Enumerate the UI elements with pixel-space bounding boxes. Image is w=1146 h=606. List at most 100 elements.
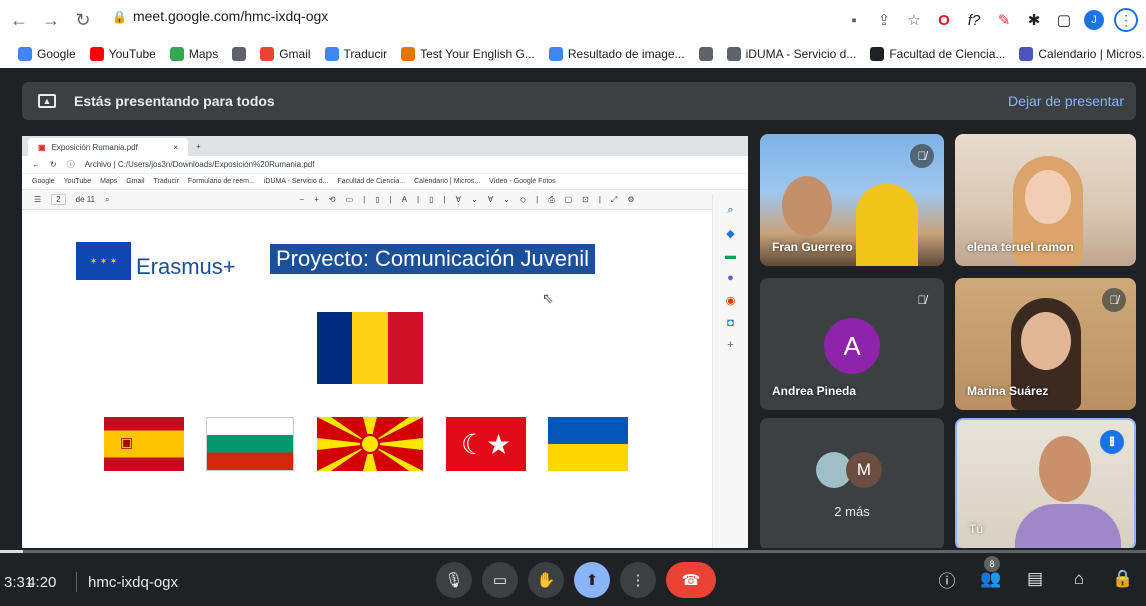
maps-icon: [169, 47, 184, 61]
video-person: [856, 184, 918, 266]
flag-bulgaria: [206, 417, 294, 471]
bookmark-item[interactable]: Google: [18, 47, 76, 61]
address-bar[interactable]: 🔒 meet.google.com/hmc-ixdq-ogx: [112, 8, 328, 24]
participant-tile-fran[interactable]: 🎙̸ Fran Guerrero: [760, 134, 944, 266]
erasmus-logo-text: Erasmus+: [136, 254, 236, 279]
shared-bookmarks-bar: Google YouTube Maps Gmail Traducir Formulario…: [22, 174, 748, 190]
divider: [76, 572, 77, 592]
shared-reload-icon: ↻: [50, 160, 57, 169]
translate-icon: [324, 47, 339, 61]
camera-icon[interactable]: ▪: [844, 10, 864, 30]
bookmark-item[interactable]: Resultado de image...: [548, 47, 685, 61]
mouse-cursor-icon: ⇖: [542, 290, 554, 306]
participant-avatar: M: [846, 452, 882, 488]
bookmark-item[interactable]: Gmail: [260, 47, 311, 61]
video-person: [1021, 312, 1071, 370]
host-controls-button[interactable]: 🔒: [1110, 566, 1136, 592]
activities-button[interactable]: ⌂: [1066, 566, 1092, 592]
tab-close-icon: ×: [173, 142, 178, 152]
teams-icon: [1019, 47, 1034, 61]
profile-avatar[interactable]: J: [1084, 10, 1104, 30]
participant-name: Marina Suárez: [967, 384, 1049, 398]
cv-icon: [870, 47, 885, 61]
shared-address-row: ← ↻ ⓘ Archivo | C:/Users/jos3n/Downloads…: [22, 156, 748, 174]
chat-button[interactable]: ▤: [1022, 566, 1048, 592]
participant-tile-elena[interactable]: elena teruel ramon: [955, 134, 1136, 266]
sidepanel-icon[interactable]: ▢: [1054, 10, 1074, 30]
sidebar-outlook-icon: ◘: [727, 317, 734, 329]
extensions-bar: ▪ ⇪ ☆ O f? ✎ ✱ ▢ J ⋮: [844, 8, 1138, 32]
bookmark-item[interactable]: Maps: [169, 47, 218, 61]
shared-screen: ▣ Exposición Rumania.pdf × + ← ↻ ⓘ Archi…: [22, 136, 748, 548]
participant-tile-self[interactable]: ⦀ Tú: [955, 418, 1136, 550]
meeting-time: 3:314:20: [4, 574, 56, 591]
presenting-text: Estás presentando para todos: [74, 93, 275, 109]
new-tab-icon: +: [196, 141, 201, 151]
participant-tile-more[interactable]: M 2 más: [760, 418, 944, 550]
side-controls: ⓘ 👥 8 ▤ ⌂ 🔒: [934, 556, 1136, 592]
bookmark-label: Google: [37, 47, 76, 61]
sidebar-people-icon: ●: [727, 272, 734, 284]
pdf-search-icon: ⌕: [105, 194, 110, 204]
share-icon[interactable]: ⇪: [874, 10, 894, 30]
people-count-badge: 8: [984, 556, 1000, 572]
video-progress[interactable]: [0, 550, 1146, 553]
shared-bookmark-item: Gmail: [126, 178, 145, 185]
bookmark-item[interactable]: Facultad de Ciencia...: [870, 47, 1005, 61]
shared-bookmark-item: Vídeo - Google Fotos: [489, 178, 556, 185]
participant-tile-marina[interactable]: 🎙̸ Marina Suárez: [955, 278, 1136, 410]
info-icon: ⓘ: [66, 160, 75, 169]
menu-icon[interactable]: ⋮: [1114, 8, 1138, 32]
url-text: meet.google.com/hmc-ixdq-ogx: [132, 8, 329, 24]
stop-presenting-button[interactable]: Dejar de presentar: [1008, 93, 1124, 109]
google-icon: [18, 47, 32, 61]
bookmark-label: Calendario | Micros...: [1038, 47, 1146, 61]
bookmark-item[interactable]: [698, 47, 713, 61]
more-participants-label: 2 más: [834, 504, 870, 519]
shared-bookmark-item: Calendario | Micros...: [414, 178, 481, 185]
muted-icon: 🎙̸: [1102, 288, 1126, 312]
bookmark-item[interactable]: iDUMA - Servicio d...: [726, 47, 856, 61]
flag-romania: [317, 312, 423, 384]
shared-tab: ▣ Exposición Rumania.pdf ×: [28, 138, 188, 156]
microphone-button[interactable]: 🎙: [436, 562, 472, 598]
raise-hand-button[interactable]: ✋: [528, 562, 564, 598]
more-avatars: M: [816, 452, 882, 488]
shared-tab-title: Exposición Rumania.pdf: [51, 142, 138, 152]
bookmark-item[interactable]: [232, 47, 247, 61]
bookmark-label: Resultado de image...: [567, 47, 685, 61]
bookmark-item[interactable]: Test Your English G...: [401, 47, 535, 61]
participant-tile-andrea[interactable]: A 🎙̸ Andrea Pineda: [760, 278, 944, 410]
people-button[interactable]: 👥 8: [978, 556, 1004, 592]
globe-icon: [232, 47, 247, 61]
more-options-button[interactable]: ⋮: [620, 562, 656, 598]
page-total: de 11: [75, 195, 96, 204]
bookmark-item[interactable]: Traducir: [324, 47, 387, 61]
control-bar: 3:314:20 hmc-ixdq-ogx 🎙 ▭ ✋ ⬆ ⋮ ☎ ⓘ 👥 8 ▤…: [0, 548, 1146, 606]
formula-icon[interactable]: f?: [964, 10, 984, 30]
reload-icon[interactable]: ↻: [70, 7, 96, 33]
back-icon[interactable]: ←: [6, 7, 32, 33]
participant-name: Andrea Pineda: [772, 384, 857, 398]
bookmark-item[interactable]: Calendario | Micros...: [1019, 47, 1146, 61]
shared-bookmark-item: Formulario de reem...: [187, 178, 255, 185]
shared-bookmark-item: Google: [32, 178, 55, 185]
shared-bookmark-item: Facultad de Ciencia...: [337, 178, 406, 185]
bookmark-item[interactable]: YouTube: [89, 47, 156, 61]
info-button[interactable]: ⓘ: [934, 566, 960, 592]
pdf-icon: ▣: [38, 142, 46, 152]
star-icon[interactable]: ☆: [904, 10, 924, 30]
present-button[interactable]: ⬆: [574, 562, 610, 598]
call-controls: 🎙 ▭ ✋ ⬆ ⋮ ☎: [436, 562, 716, 598]
sidebar-add-icon: +: [727, 339, 734, 351]
extension-icon[interactable]: ✎: [994, 10, 1014, 30]
camera-button[interactable]: ▭: [482, 562, 518, 598]
participant-name: Tú: [969, 522, 984, 536]
puzzle-icon[interactable]: ✱: [1024, 10, 1044, 30]
video-person: [782, 176, 832, 236]
opera-icon[interactable]: O: [934, 10, 954, 30]
google-icon: [548, 47, 563, 61]
forward-icon[interactable]: →: [38, 7, 64, 33]
leave-call-button[interactable]: ☎: [666, 562, 716, 598]
sidebar-search-icon: ⌕: [727, 204, 734, 216]
